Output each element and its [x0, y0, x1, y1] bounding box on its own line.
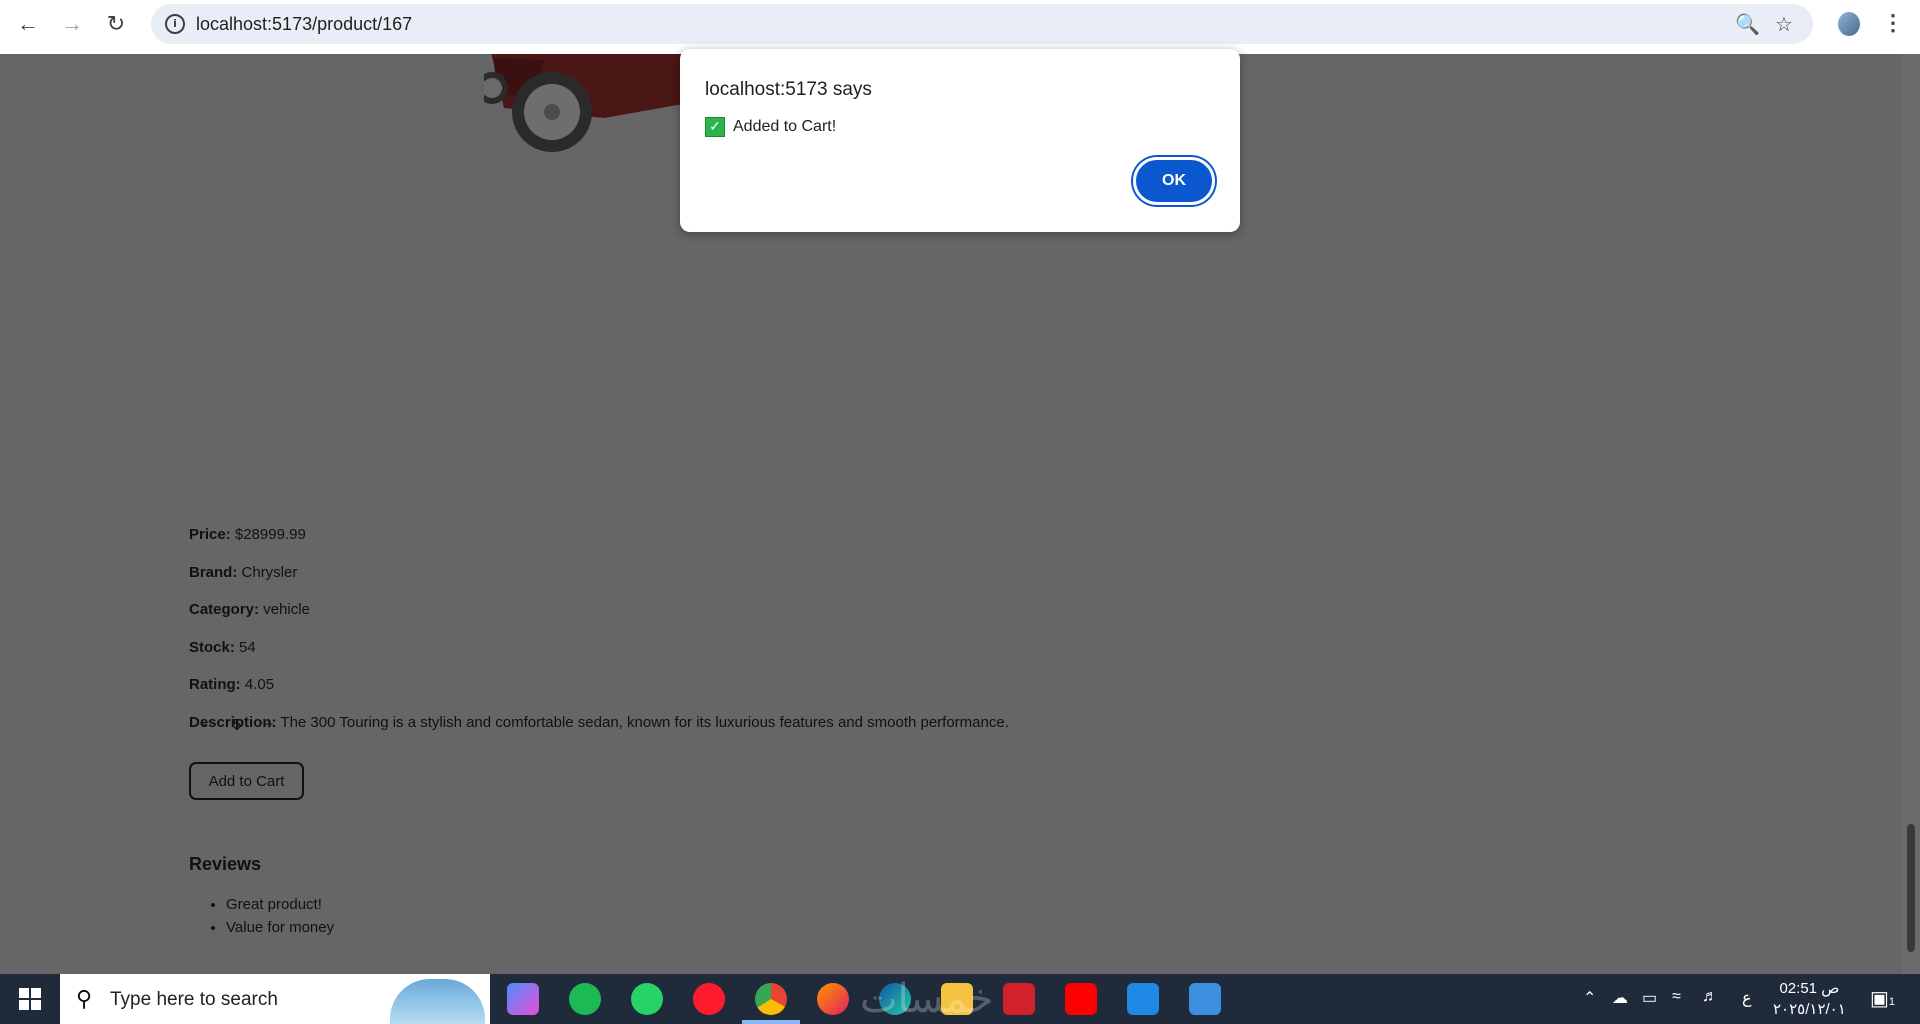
description-value: The 300 Touring is a stylish and comfort… [280, 713, 1009, 731]
brand-row: Brand: Chrysler [189, 564, 1009, 602]
wifi-icon[interactable]: ≈ [1672, 988, 1681, 1006]
price-value: $28999.99 [234, 526, 306, 543]
rating-row: Rating: 4.05 [189, 676, 1009, 714]
active-app-indicator [742, 1020, 800, 1024]
category-row: Category: vehicle [189, 601, 1009, 639]
alert-dialog: localhost:5173 says ✓ Added to Cart! OK [680, 49, 1240, 232]
onedrive-icon[interactable]: ☁ [1612, 988, 1628, 1008]
dialog-title: localhost:5173 says [705, 79, 872, 100]
decrement-button[interactable]: - [189, 716, 221, 733]
opera-icon[interactable] [693, 983, 725, 1015]
youtube-icon[interactable] [1065, 983, 1097, 1015]
profile-avatar[interactable] [1838, 12, 1860, 36]
show-hidden-icons-icon[interactable]: ⌃ [1583, 988, 1596, 1008]
photos-icon[interactable] [1189, 983, 1221, 1015]
page-scrollbar[interactable] [1902, 54, 1920, 974]
language-indicator[interactable]: ع [1742, 988, 1752, 1008]
quantity-value: 5 [232, 715, 242, 733]
price-label: Price: [189, 526, 231, 543]
stock-value: 54 [239, 638, 256, 656]
acrobat-icon[interactable] [1003, 983, 1035, 1015]
review-item: Value for money [226, 919, 334, 942]
bookmark-star-icon[interactable]: ☆ [1775, 12, 1793, 37]
chrome-icon[interactable] [755, 983, 787, 1015]
increment-button[interactable]: + [253, 716, 285, 733]
clock[interactable]: 02:51 ص ٢٠٢٥/١٢/٠١ [1773, 978, 1846, 1020]
reviews-heading: Reviews [189, 854, 262, 874]
back-icon[interactable]: ← [10, 8, 46, 40]
site-info-icon[interactable]: i [165, 14, 185, 34]
url-text[interactable]: localhost:5173/product/167 [196, 14, 412, 35]
browser-toolbar: ← → ↻ i localhost:5173/product/167 🔍 ☆ ⋮ [0, 0, 1920, 54]
search-highlight-image [390, 979, 485, 1024]
stock-label: Stock: [189, 638, 235, 656]
menu-icon[interactable]: ⋮ [1882, 10, 1904, 36]
scrollbar-thumb[interactable] [1907, 824, 1915, 952]
product-image [484, 54, 694, 152]
price-row: Price: $28999.99 [189, 526, 1009, 564]
forward-icon[interactable]: → [54, 8, 90, 40]
notification-icon[interactable]: ▣1 [1870, 986, 1895, 1011]
brand-value: Chrysler [241, 563, 298, 581]
search-placeholder: Type here to search [110, 989, 278, 1010]
stock-row: Stock: 54 [189, 639, 1009, 677]
description-row: Description: The 300 Touring is a stylis… [189, 714, 1009, 752]
volume-icon[interactable]: ♬ [1702, 988, 1718, 1006]
quantity-stepper: - 5 + [189, 706, 289, 742]
reviews-list: Great product! Value for money [208, 896, 334, 942]
windows-taskbar: ⚲ Type here to search خمسات ⌃ ☁ ▭ ≈ ♬ ع … [0, 974, 1920, 1024]
check-mark-icon: ✓ [705, 117, 725, 137]
product-details: Price: $28999.99 Brand: Chrysler Categor… [189, 526, 1009, 751]
ok-button[interactable]: OK [1133, 157, 1215, 205]
search-icon: ⚲ [76, 986, 93, 1011]
whatsapp-icon[interactable] [631, 983, 663, 1015]
brand-label: Brand: [189, 563, 238, 581]
start-button[interactable] [0, 974, 60, 1024]
clock-date: ٢٠٢٥/١٢/٠١ [1773, 1001, 1846, 1018]
spotify-icon[interactable] [569, 983, 601, 1015]
copilot-icon[interactable] [507, 983, 539, 1015]
rating-value: 4.05 [244, 676, 275, 693]
taskbar-search[interactable]: ⚲ Type here to search [60, 974, 490, 1024]
clock-time: 02:51 ص [1779, 980, 1840, 997]
windows-logo-icon [19, 988, 41, 1010]
reload-icon[interactable]: ↻ [98, 8, 134, 40]
battery-icon[interactable]: ▭ [1642, 988, 1657, 1008]
vscode-icon[interactable] [1127, 983, 1159, 1015]
firefox-icon[interactable] [817, 983, 849, 1015]
dialog-message: ✓ Added to Cart! [705, 117, 836, 137]
address-bar[interactable]: i localhost:5173/product/167 🔍 ☆ [151, 4, 1813, 44]
dialog-message-text: Added to Cart! [733, 118, 837, 135]
review-item: Great product! [226, 896, 334, 919]
zoom-icon[interactable]: 🔍 [1735, 12, 1760, 37]
watermark-text: خمسات [860, 976, 994, 1022]
rating-label: Rating: [189, 676, 241, 693]
category-value: vehicle [263, 601, 310, 618]
category-label: Category: [189, 601, 260, 618]
add-to-cart-button[interactable]: Add to Cart [189, 762, 304, 800]
notification-count: 1 [1888, 996, 1896, 1008]
